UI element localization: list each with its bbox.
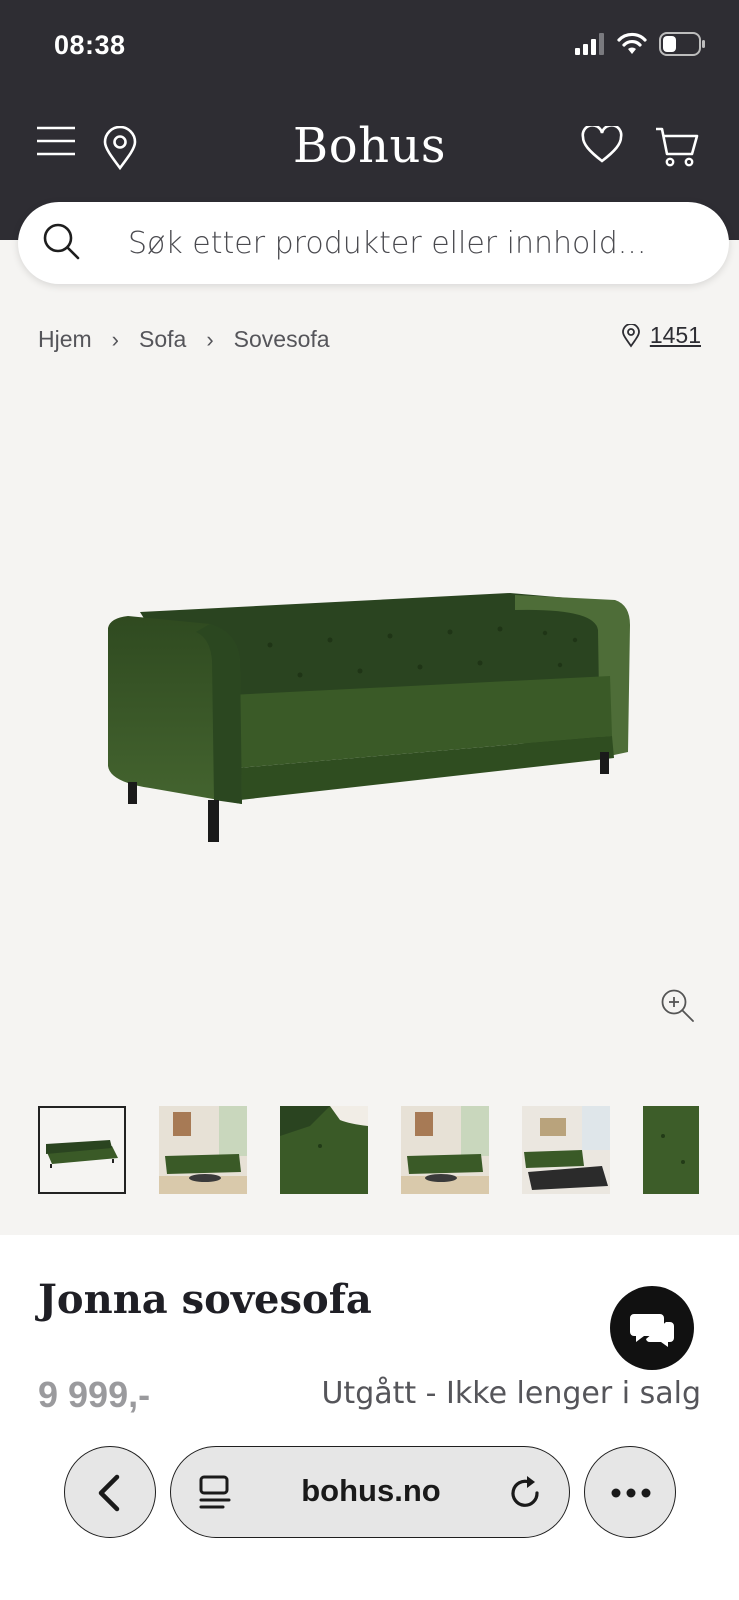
search-icon — [43, 223, 80, 260]
thumbnail[interactable] — [280, 1106, 368, 1194]
thumbnail[interactable] — [159, 1106, 247, 1194]
availability-status: Utgått - Ikke lenger i salg — [321, 1376, 701, 1411]
product-price: 9 999,- — [38, 1374, 151, 1415]
thumbnail[interactable] — [643, 1106, 699, 1194]
battery-icon — [659, 32, 705, 56]
browser-address-bar[interactable]: bohus.no — [170, 1446, 570, 1538]
bohus-logo[interactable]: Bohus — [0, 118, 739, 174]
product-image[interactable] — [0, 380, 739, 1080]
chevron-left-icon — [98, 1474, 120, 1512]
status-icons — [575, 32, 705, 56]
search-bar[interactable]: Søk etter produkter eller innhold... — [18, 202, 729, 284]
chat-icon — [630, 1314, 674, 1347]
thumbnail[interactable] — [38, 1106, 126, 1194]
status-time: 08:38 — [54, 30, 126, 60]
breadcrumb-sovesofa[interactable]: Sovesofa — [234, 326, 330, 353]
store-selector[interactable]: 1451 — [621, 322, 701, 349]
heart-icon[interactable] — [581, 126, 623, 164]
zoom-icon[interactable] — [660, 988, 696, 1024]
chat-button[interactable] — [610, 1286, 694, 1370]
location-pin-icon — [621, 323, 640, 348]
thumbnail[interactable] — [522, 1106, 610, 1194]
breadcrumb-sofa[interactable]: Sofa — [139, 326, 186, 353]
thumbnail-strip — [38, 1106, 699, 1194]
chevron-right-icon: › — [111, 326, 119, 352]
cart-icon[interactable] — [654, 126, 700, 168]
breadcrumb: Hjem › Sofa › Sovesofa — [38, 326, 330, 353]
thumbnail[interactable] — [401, 1106, 489, 1194]
browser-back-button[interactable] — [64, 1446, 156, 1538]
signal-icon — [575, 33, 604, 55]
breadcrumb-home[interactable]: Hjem — [38, 326, 92, 353]
product-title: Jonna sovesofa — [38, 1276, 372, 1323]
reload-icon[interactable] — [509, 1475, 543, 1511]
store-number[interactable]: 1451 — [650, 322, 701, 349]
more-dots-icon — [611, 1488, 651, 1498]
chevron-right-icon: › — [206, 326, 214, 352]
wifi-icon — [617, 32, 647, 54]
search-input[interactable]: Søk etter produkter eller innhold... — [128, 226, 646, 261]
browser-more-button[interactable] — [584, 1446, 676, 1538]
